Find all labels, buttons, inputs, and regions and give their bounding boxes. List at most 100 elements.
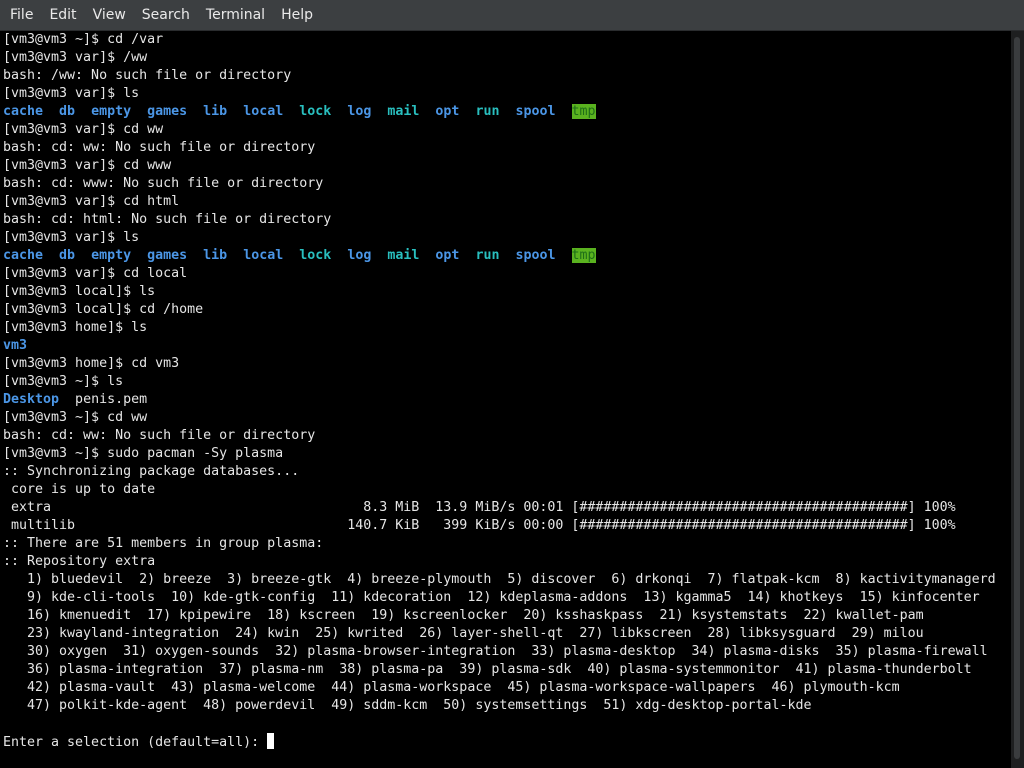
terminal-text: multilib 140.7 KiB 399 KiB/s 00:00 [####… — [3, 518, 956, 533]
terminal-text: Enter a selection (default=all): — [3, 735, 268, 750]
terminal-line: [vm3@vm3 ~]$ cd /var — [3, 31, 1009, 49]
terminal-line: :: Synchronizing package databases... — [3, 463, 1009, 481]
terminal-line: bash: cd: ww: No such file or directory — [3, 139, 1009, 157]
terminal-text: penis.pem — [59, 392, 148, 407]
terminal-line: 1) bluedevil 2) breeze 3) breeze-gtk 4) … — [3, 571, 1009, 589]
terminal-line: 47) polkit-kde-agent 48) powerdevil 49) … — [3, 697, 1009, 715]
directory-entry: log — [347, 104, 372, 119]
directory-entry: empty — [91, 104, 132, 119]
directory-entry: mail — [387, 248, 420, 263]
directory-entry: log — [347, 248, 372, 263]
terminal-line: [vm3@vm3 ~]$ ls — [3, 373, 1009, 391]
terminal-line: bash: cd: html: No such file or director… — [3, 211, 1009, 229]
directory-entry: spool — [515, 104, 556, 119]
terminal-text: bash: cd: ww: No such file or directory — [3, 140, 316, 155]
terminal-line: cache db empty games lib local lock log … — [3, 103, 1009, 121]
terminal-text: 30) oxygen 31) oxygen-sounds 32) plasma-… — [3, 644, 988, 659]
terminal-text: :: Repository extra — [3, 554, 156, 569]
terminal-text: 23) kwayland-integration 24) kwin 25) kw… — [3, 626, 924, 641]
terminal-text: [vm3@vm3 var]$ ls — [3, 230, 140, 245]
terminal-output[interactable]: [vm3@vm3 ~]$ cd /var [vm3@vm3 var]$ /ww ba… — [0, 31, 1011, 768]
directory-entry: local — [243, 248, 284, 263]
terminal-text: [vm3@vm3 var]$ ls — [3, 86, 140, 101]
terminal-line: [vm3@vm3 var]$ ls — [3, 229, 1009, 247]
directory-entry: opt — [435, 248, 460, 263]
directory-entry: opt — [435, 104, 460, 119]
terminal-line: Desktop penis.pem — [3, 391, 1009, 409]
directory-entry: lib — [203, 104, 228, 119]
directory-entry: games — [147, 104, 188, 119]
directory-entry: run — [475, 104, 500, 119]
terminal-line: [vm3@vm3 var]$ cd www — [3, 157, 1009, 175]
terminal-text: core is up to date — [3, 482, 156, 497]
menu-edit[interactable]: Edit — [41, 0, 84, 31]
terminal-line: cache db empty games lib local lock log … — [3, 247, 1009, 265]
menu-help[interactable]: Help — [273, 0, 321, 31]
menu-file[interactable]: File — [2, 0, 41, 31]
terminal-line: 9) kde-cli-tools 10) kde-gtk-config 11) … — [3, 589, 1009, 607]
directory-entry: run — [475, 248, 500, 263]
terminal-text: [vm3@vm3 ~]$ ls — [3, 374, 124, 389]
terminal-text: [vm3@vm3 ~]$ sudo pacman -Sy plasma — [3, 446, 284, 461]
terminal-line: bash: /ww: No such file or directory — [3, 67, 1009, 85]
menu-bar: File Edit View Search Terminal Help — [0, 0, 1024, 31]
terminal-line: [vm3@vm3 ~]$ cd ww — [3, 409, 1009, 427]
text-cursor — [267, 733, 275, 749]
terminal-line: 30) oxygen 31) oxygen-sounds 32) plasma-… — [3, 643, 1009, 661]
directory-entry: local — [243, 104, 284, 119]
directory-entry: cache — [3, 104, 44, 119]
terminal-text: [vm3@vm3 var]$ cd local — [3, 266, 188, 281]
directory-entry: games — [147, 248, 188, 263]
terminal-text: bash: cd: ww: No such file or directory — [3, 428, 316, 443]
directory-entry: spool — [515, 248, 556, 263]
terminal-line: [vm3@vm3 var]$ ls — [3, 85, 1009, 103]
terminal-text: bash: /ww: No such file or directory — [3, 68, 292, 83]
directory-entry: vm3 — [3, 338, 28, 353]
terminal-text: :: There are 51 members in group plasma: — [3, 536, 324, 551]
terminal-text: 9) kde-cli-tools 10) kde-gtk-config 11) … — [3, 590, 980, 605]
terminal-text: 16) kmenuedit 17) kpipewire 18) kscreen … — [3, 608, 924, 623]
terminal-text: [vm3@vm3 local]$ cd /home — [3, 302, 204, 317]
directory-entry: Desktop — [3, 392, 60, 407]
terminal-line: bash: cd: www: No such file or directory — [3, 175, 1009, 193]
terminal-text: [vm3@vm3 ~]$ cd ww — [3, 410, 148, 425]
menu-view[interactable]: View — [85, 0, 134, 31]
directory-entry: tmp — [571, 104, 596, 119]
directory-entry: lock — [299, 104, 332, 119]
terminal-line: 42) plasma-vault 43) plasma-welcome 44) … — [3, 679, 1009, 697]
terminal-line: extra 8.3 MiB 13.9 MiB/s 00:01 [########… — [3, 499, 1009, 517]
terminal-line: [vm3@vm3 var]$ cd ww — [3, 121, 1009, 139]
terminal-text: [vm3@vm3 var]$ cd ww — [3, 122, 164, 137]
vertical-scrollbar[interactable] — [1011, 31, 1024, 768]
terminal-line: core is up to date — [3, 481, 1009, 499]
terminal-text: bash: cd: www: No such file or directory — [3, 176, 324, 191]
terminal-line: bash: cd: ww: No such file or directory — [3, 427, 1009, 445]
terminal-text: [vm3@vm3 local]$ ls — [3, 284, 156, 299]
menu-terminal[interactable]: Terminal — [198, 0, 273, 31]
terminal-line: [vm3@vm3 home]$ cd vm3 — [3, 355, 1009, 373]
directory-entry: lib — [203, 248, 228, 263]
scrollbar-thumb[interactable] — [1014, 37, 1020, 759]
terminal-line: [vm3@vm3 var]$ /ww — [3, 49, 1009, 67]
terminal-line: multilib 140.7 KiB 399 KiB/s 00:00 [####… — [3, 517, 1009, 535]
terminal-text: [vm3@vm3 var]$ cd www — [3, 158, 172, 173]
terminal-line: 23) kwayland-integration 24) kwin 25) kw… — [3, 625, 1009, 643]
directory-entry: tmp — [571, 248, 596, 263]
terminal-text: 36) plasma-integration 37) plasma-nm 38)… — [3, 662, 972, 677]
directory-entry: db — [59, 248, 76, 263]
directory-entry: cache — [3, 248, 44, 263]
menu-search[interactable]: Search — [134, 0, 198, 31]
